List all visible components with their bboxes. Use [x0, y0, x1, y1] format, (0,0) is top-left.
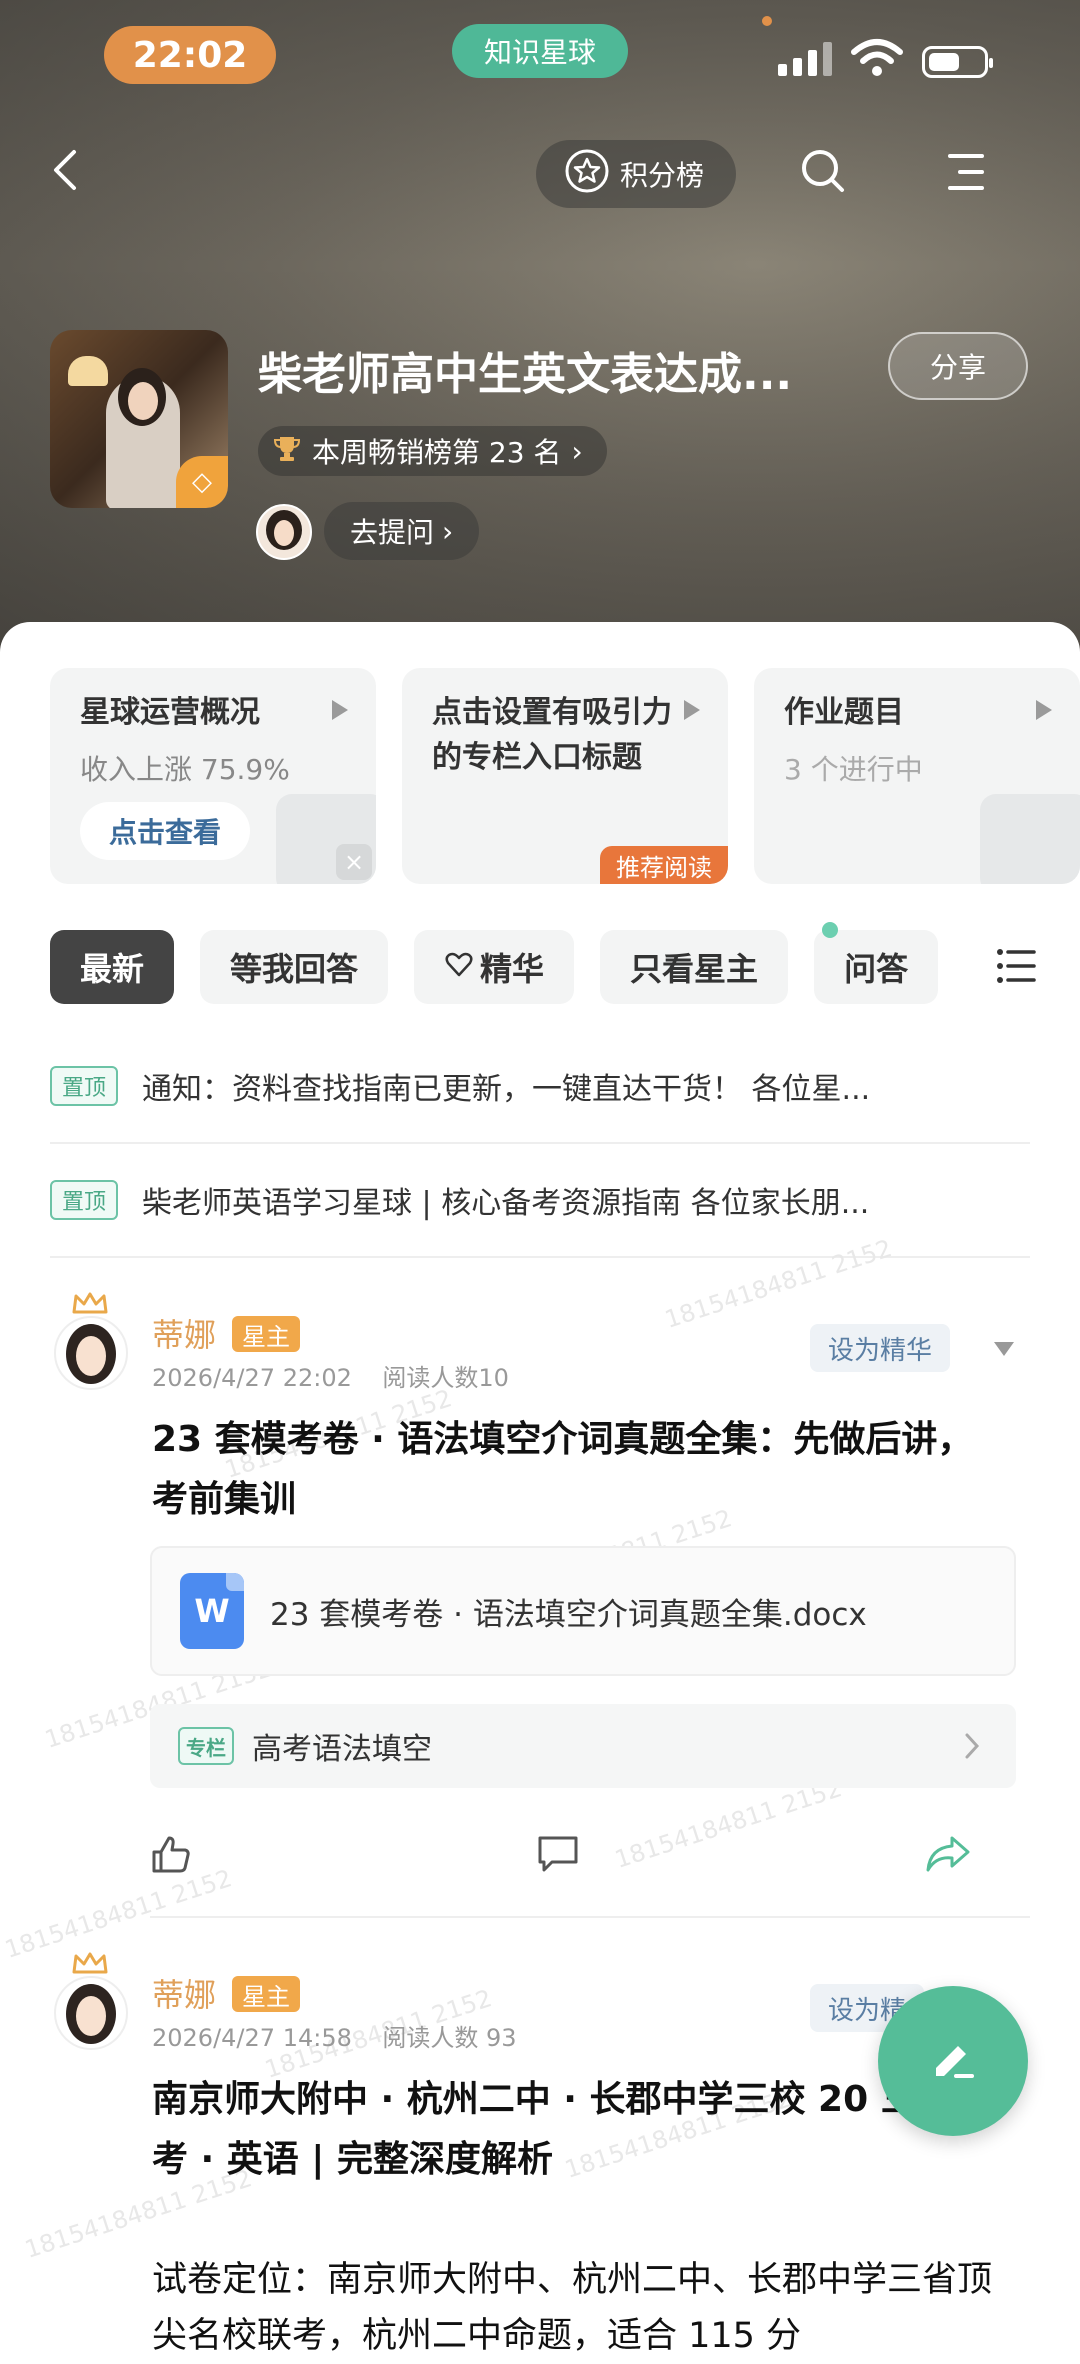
ask-question-button[interactable]: 去提问 › — [324, 502, 480, 560]
file-attachment[interactable]: W 23 套模考卷 · 语法填空介词真题全集.docx — [150, 1546, 1016, 1676]
list-icon[interactable] — [996, 948, 1036, 988]
play-arrow-icon — [684, 700, 700, 720]
chevron-right-icon — [964, 1732, 980, 1764]
owner-tag: 星主 — [232, 1316, 300, 1352]
star-badge-icon — [564, 148, 610, 201]
card-subtitle: 收入上涨 75.9% — [80, 753, 290, 786]
tab-await-answer[interactable]: 等我回答 — [200, 930, 389, 1004]
tab-essence-label: 精华 — [480, 950, 545, 988]
back-icon[interactable] — [52, 148, 78, 196]
wifi-icon — [850, 38, 904, 82]
signal-icon — [778, 42, 832, 76]
tab-latest[interactable]: 最新 — [50, 930, 175, 1004]
chevron-right-icon: › — [442, 514, 454, 548]
diamond-icon: ◇ — [176, 456, 228, 508]
owner-tag: 星主 — [232, 1976, 300, 2012]
post-title[interactable]: 23 套模考卷 · 语法填空介词真题全集：先做后讲，考前集训 — [152, 1410, 992, 1530]
tab-owner-only[interactable]: 只看星主 — [600, 930, 789, 1004]
status-time: 22:02 — [104, 26, 276, 84]
crown-icon — [72, 1952, 108, 1974]
chevron-right-icon: › — [571, 434, 583, 468]
card-title: 星球运营概况 — [80, 695, 260, 730]
share-icon[interactable] — [924, 1834, 972, 1878]
rank-board-button[interactable]: 积分榜 — [536, 140, 736, 208]
share-button[interactable]: 分享 — [888, 332, 1028, 400]
post-meta: 2026/4/27 22:02 阅读人数10 — [152, 1358, 509, 1393]
operations-overview-card[interactable]: 星球运营概况 收入上涨 75.9% × 点击查看 — [50, 668, 376, 884]
author-avatar[interactable] — [54, 1316, 128, 1390]
app-name-pill: 知识星球 — [452, 24, 628, 78]
card-title: 作业题目 — [784, 695, 904, 730]
group-avatar[interactable]: ◇ — [50, 330, 228, 508]
owner-avatar-small — [256, 504, 312, 560]
play-arrow-icon — [1036, 700, 1052, 720]
notification-dot — [762, 16, 772, 26]
pinned-tag: 置顶 — [50, 1180, 119, 1220]
chevron-down-icon[interactable] — [994, 1342, 1014, 1356]
card-subtitle: 3 个进行中 — [784, 753, 923, 786]
post-body: 试卷定位：南京师大附中、杭州二中、长郡中学三省顶尖名校联考，杭州二中命题，适合 … — [152, 2260, 993, 2356]
bestseller-rank-tag[interactable]: 本周畅销榜第 23 名 › — [258, 426, 607, 476]
ask-question-label: 去提问 — [350, 516, 435, 549]
comment-icon[interactable] — [536, 1834, 580, 1878]
battery-icon — [922, 46, 993, 78]
homework-card[interactable]: 作业题目 3 个进行中 — [754, 668, 1080, 884]
post-reads: 阅读人数 93 — [382, 2024, 517, 2052]
card-title: 点击设置有吸引力的专栏入口标题 — [432, 695, 672, 775]
author-name[interactable]: 蒂娜 — [152, 1310, 216, 1356]
filter-tabs: 最新 等我回答 精华 只看星主 问答 — [50, 930, 939, 1004]
column-entry-card[interactable]: 点击设置有吸引力的专栏入口标题 推荐阅读 — [402, 668, 728, 884]
post-title[interactable]: 南京师大附中 · 杭州二中 · 长郡中学三校 20 三省联考 · 英语 | 完整… — [152, 2070, 992, 2190]
close-icon[interactable]: × — [336, 844, 372, 880]
compose-button[interactable] — [878, 1986, 1028, 2136]
rank-board-label: 积分榜 — [620, 159, 705, 192]
pinned-item[interactable]: 置顶 通知：资料查找指南已更新，一键直达干货！ 各位星... — [50, 1030, 1030, 1144]
word-file-icon: W — [180, 1573, 244, 1649]
edit-icon — [926, 2032, 980, 2090]
post-meta: 2026/4/27 14:58 阅读人数 93 — [152, 2018, 517, 2053]
column-link[interactable]: 专栏 高考语法填空 — [150, 1704, 1016, 1788]
trophy-icon — [272, 433, 302, 470]
menu-icon[interactable] — [946, 152, 986, 196]
column-tag: 专栏 — [178, 1727, 234, 1765]
play-arrow-icon — [332, 700, 348, 720]
tab-essence[interactable]: 精华 — [414, 930, 575, 1004]
file-name: 23 套模考卷 · 语法填空介词真题全集.docx — [270, 1596, 867, 1633]
new-indicator-dot — [822, 922, 838, 938]
group-title: 柴老师高中生英文表达成... — [258, 349, 793, 400]
like-icon[interactable] — [150, 1834, 192, 1878]
document-decoration — [980, 794, 1080, 884]
pinned-text: 柴老师英语学习星球 | 核心备考资源指南 各位家长朋... — [142, 1186, 870, 1221]
author-avatar[interactable] — [54, 1976, 128, 2050]
post-date: 2026/4/27 14:58 — [152, 2024, 352, 2052]
crown-icon — [72, 1292, 108, 1314]
set-essence-button[interactable]: 设为精华 — [810, 1324, 951, 1372]
post-divider — [150, 1916, 1030, 1918]
author-name[interactable]: 蒂娜 — [152, 1970, 216, 2016]
pinned-text: 通知：资料查找指南已更新，一键直达干货！ 各位星... — [142, 1072, 871, 1107]
search-icon[interactable] — [800, 148, 846, 198]
bestseller-rank-text: 本周畅销榜第 23 名 — [312, 436, 562, 469]
post-reads: 阅读人数10 — [382, 1364, 509, 1392]
view-button[interactable]: 点击查看 — [80, 802, 250, 860]
column-name: 高考语法填空 — [252, 1732, 432, 1767]
post-date: 2026/4/27 22:02 — [152, 1364, 352, 1392]
tab-qa[interactable]: 问答 — [814, 930, 939, 1004]
recommend-tag: 推荐阅读 — [600, 846, 728, 884]
heart-icon — [444, 948, 474, 986]
pinned-tag: 置顶 — [50, 1066, 119, 1106]
